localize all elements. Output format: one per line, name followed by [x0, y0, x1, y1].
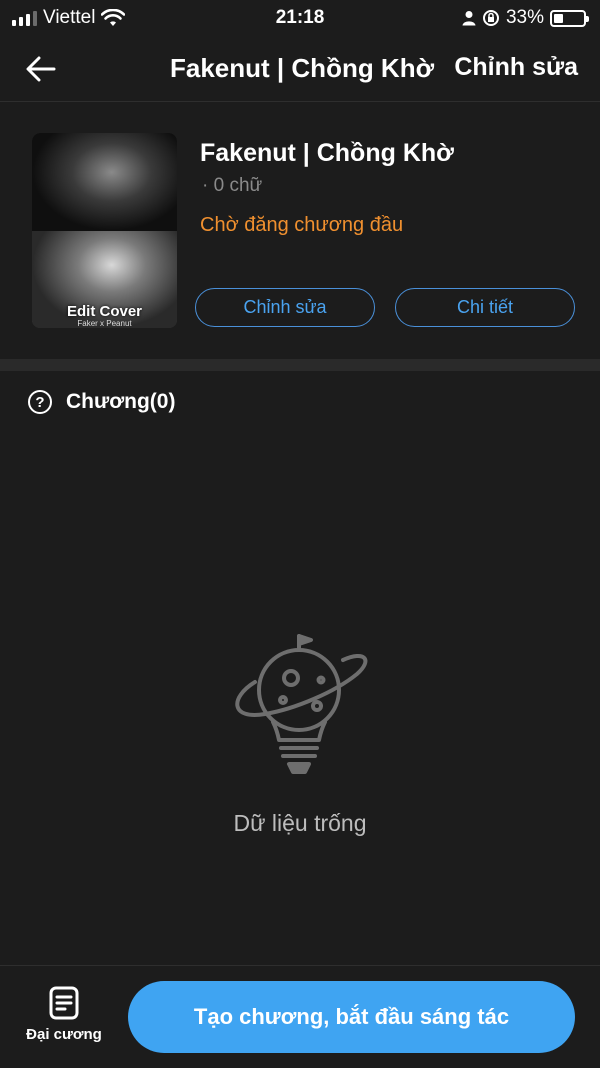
rotation-lock-icon	[482, 10, 499, 26]
section-divider	[0, 359, 600, 371]
book-title: Fakenut | Chồng Khờ	[200, 139, 454, 167]
arrow-left-icon	[26, 56, 56, 82]
publish-status: Chờ đăng chương đầu	[200, 214, 404, 236]
person-icon	[462, 11, 476, 26]
outline-button[interactable]: Đại cương	[18, 986, 110, 1043]
page-title: Fakenut | Chồng Khờ	[170, 53, 435, 83]
book-cover[interactable]: Edit Cover Faker x Peanut	[32, 133, 177, 328]
cover-photo-top	[32, 133, 177, 231]
chapters-header: ? Chương(0)	[28, 390, 175, 414]
document-icon	[49, 986, 79, 1020]
chapters-label: Chương(0)	[66, 390, 176, 413]
status-left: Viettel	[12, 7, 126, 29]
detail-button[interactable]: Chi tiết	[395, 288, 575, 327]
book-card: Edit Cover Faker x Peanut Fakenut | Chồn…	[0, 103, 600, 359]
planet-bulb-icon	[235, 634, 368, 774]
edit-book-button[interactable]: Chỉnh sửa	[195, 288, 375, 327]
question-circle-icon[interactable]: ?	[28, 390, 52, 414]
battery-icon	[550, 9, 589, 27]
word-count: · 0 chữ	[202, 175, 263, 196]
empty-text: Dữ liệu trống	[233, 810, 367, 836]
bottom-bar: Đại cương Tạo chương, bắt đầu sáng tác	[0, 965, 600, 1068]
wifi-icon	[101, 9, 126, 26]
edit-nav-button[interactable]: Chỉnh sửa	[454, 53, 578, 82]
battery-fill	[554, 13, 564, 23]
edit-cover-label: Edit Cover	[66, 303, 142, 320]
empty-state: Dữ liệu trống	[0, 630, 600, 837]
battery-percent: 33%	[505, 7, 544, 28]
status-right: 33%	[462, 7, 589, 29]
status-bar: Viettel 21:18 33%	[0, 0, 600, 36]
cell-signal-icon	[12, 10, 37, 26]
nav-bar: Fakenut | Chồng Khờ Chỉnh sửa	[0, 36, 600, 102]
carrier-name: Viettel	[43, 7, 96, 28]
create-chapter-button[interactable]: Tạo chương, bắt đầu sáng tác	[128, 981, 575, 1053]
back-button[interactable]	[22, 50, 60, 88]
outline-label: Đại cương	[26, 1026, 102, 1043]
cover-subtitle: Faker x Peanut	[77, 319, 132, 328]
